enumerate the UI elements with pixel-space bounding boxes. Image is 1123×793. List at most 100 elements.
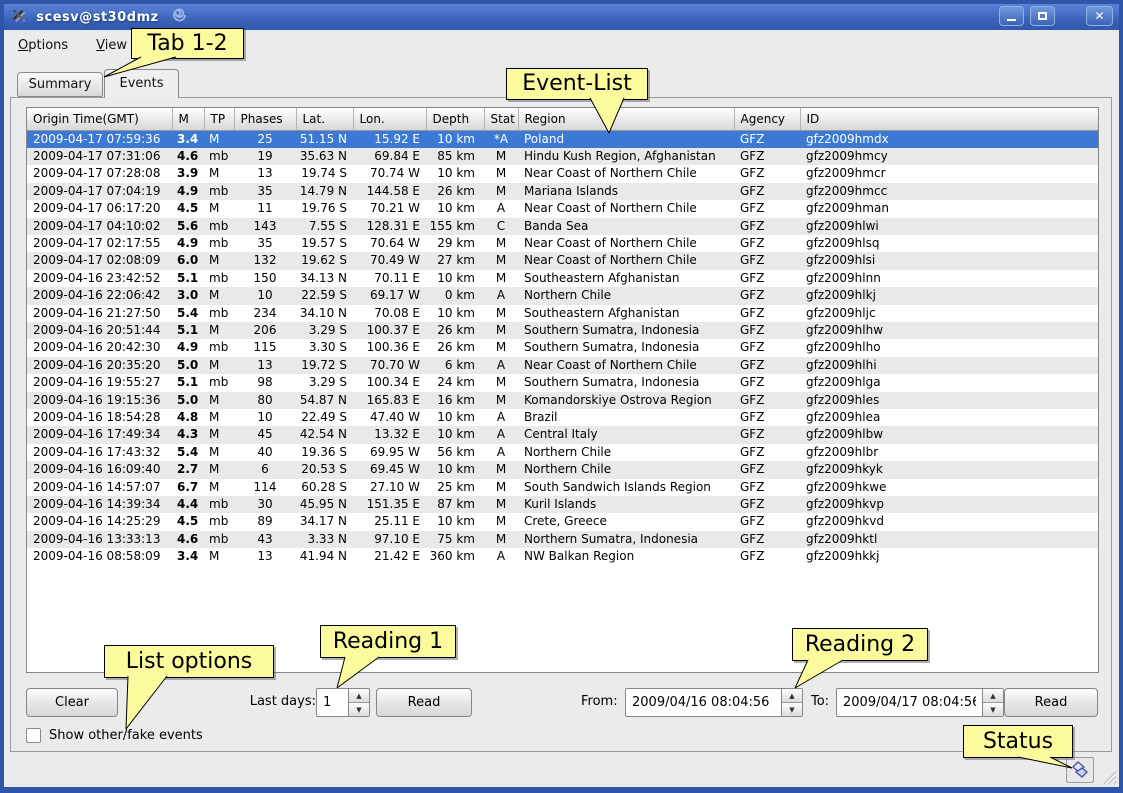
table-row[interactable]: 2009-04-16 21:27:505.4mb23434.10 N70.08 … — [27, 305, 1098, 322]
cell-agency: GFZ — [734, 235, 800, 252]
cell-agency: GFZ — [734, 183, 800, 200]
cell-lon: 70.11 E — [353, 270, 426, 287]
cell-time: 2009-04-16 14:25:29 — [27, 513, 172, 530]
column-header[interactable]: Origin Time(GMT) — [27, 108, 172, 130]
table-row[interactable]: 2009-04-16 20:42:304.9mb1153.30 S100.36 … — [27, 339, 1098, 356]
table-row[interactable]: 2009-04-16 19:15:365.0M8054.87 N165.83 E… — [27, 392, 1098, 409]
cell-time: 2009-04-16 20:35:20 — [27, 357, 172, 374]
from-datetime-input[interactable] — [626, 689, 781, 716]
resize-grip[interactable] — [1099, 767, 1117, 785]
table-row[interactable]: 2009-04-16 23:42:525.1mb15034.13 N70.11 … — [27, 270, 1098, 287]
from-label: From: — [581, 694, 618, 709]
table-row[interactable]: 2009-04-16 16:09:402.7M620.53 S69.45 W10… — [27, 461, 1098, 478]
connection-status-button[interactable] — [1066, 757, 1094, 783]
cell-agency: GFZ — [734, 322, 800, 339]
cell-depth: 87 km — [426, 496, 484, 513]
cell-lat: 35.63 N — [296, 148, 353, 165]
cell-lat: 19.57 S — [296, 235, 353, 252]
cell-stat: A — [484, 200, 518, 217]
column-header[interactable]: Lat. — [296, 108, 353, 130]
table-row[interactable]: 2009-04-17 04:10:025.6mb1437.55 S128.31 … — [27, 218, 1098, 235]
table-row[interactable]: 2009-04-16 17:49:344.3M4542.54 N13.32 E1… — [27, 426, 1098, 443]
cell-tp: M — [204, 461, 234, 478]
table-row[interactable]: 2009-04-17 02:08:096.0M13219.62 S70.49 W… — [27, 252, 1098, 269]
table-row[interactable]: 2009-04-16 20:51:445.1M2063.29 S100.37 E… — [27, 322, 1098, 339]
column-header[interactable]: Lon. — [353, 108, 426, 130]
cell-agency: GFZ — [734, 270, 800, 287]
close-button[interactable]: ✕ — [1086, 6, 1113, 26]
column-header[interactable]: ID — [800, 108, 1098, 130]
to-datetime-input[interactable] — [837, 689, 982, 716]
cell-stat: *A — [484, 130, 518, 148]
table-row[interactable]: 2009-04-16 13:33:134.6mb433.33 N97.10 E7… — [27, 531, 1098, 548]
cell-time: 2009-04-17 07:28:08 — [27, 165, 172, 182]
cell-m: 5.4 — [172, 444, 204, 461]
column-header[interactable]: Phases — [234, 108, 296, 130]
cell-m: 4.5 — [172, 513, 204, 530]
last-days-input[interactable] — [317, 689, 348, 716]
cell-id: gfz2009hmdx — [800, 130, 1098, 148]
table-row[interactable]: 2009-04-16 08:58:093.4M1341.94 N21.42 E3… — [27, 548, 1098, 565]
column-header[interactable]: Agency — [734, 108, 800, 130]
cell-stat: A — [484, 548, 518, 565]
callout-list-options: List options — [104, 645, 274, 678]
last-days-up-arrow-icon[interactable]: ▲ — [349, 689, 369, 703]
tab-summary[interactable]: Summary — [17, 72, 103, 97]
table-row[interactable]: 2009-04-16 20:35:205.0M1319.72 S70.70 W6… — [27, 357, 1098, 374]
maximize-button[interactable] — [1030, 6, 1055, 26]
cell-agency: GFZ — [734, 548, 800, 565]
menu-options[interactable]: Options — [18, 38, 68, 53]
menu-view[interactable]: View — [96, 38, 127, 53]
maximize-icon — [1038, 12, 1047, 20]
column-header[interactable]: Depth — [426, 108, 484, 130]
read-range-button[interactable]: Read — [1004, 688, 1098, 717]
table-row[interactable]: 2009-04-16 14:39:344.4mb3045.95 N151.35 … — [27, 496, 1098, 513]
table-row[interactable]: 2009-04-16 18:54:284.8M1022.49 S47.40 W1… — [27, 409, 1098, 426]
table-row[interactable]: 2009-04-17 07:31:064.6mb1935.63 N69.84 E… — [27, 148, 1098, 165]
table-row[interactable]: 2009-04-17 06:17:204.5M1119.76 S70.21 W1… — [27, 200, 1098, 217]
from-down-arrow-icon[interactable]: ▼ — [782, 703, 802, 716]
from-up-arrow-icon[interactable]: ▲ — [782, 689, 802, 703]
table-row[interactable]: 2009-04-17 07:04:194.9mb3514.79 N144.58 … — [27, 183, 1098, 200]
table-row[interactable]: 2009-04-16 14:25:294.5mb8934.17 N25.11 E… — [27, 513, 1098, 530]
table-row[interactable]: 2009-04-17 07:59:363.4M2551.15 N15.92 E1… — [27, 130, 1098, 148]
cell-depth: 85 km — [426, 148, 484, 165]
table-row[interactable]: 2009-04-16 19:55:275.1mb983.29 S100.34 E… — [27, 374, 1098, 391]
last-days-down-arrow-icon[interactable]: ▼ — [349, 703, 369, 716]
cell-m: 3.9 — [172, 165, 204, 182]
cell-time: 2009-04-16 08:58:09 — [27, 548, 172, 565]
column-header[interactable]: Stat — [484, 108, 518, 130]
cell-region: NW Balkan Region — [518, 548, 734, 565]
cell-lon: 70.21 W — [353, 200, 426, 217]
read-last-days-button[interactable]: Read — [376, 688, 472, 717]
cell-time: 2009-04-16 14:39:34 — [27, 496, 172, 513]
cell-depth: 29 km — [426, 235, 484, 252]
cell-phases: 10 — [234, 287, 296, 304]
table-row[interactable]: 2009-04-17 07:28:083.9M1319.74 S70.74 W1… — [27, 165, 1098, 182]
cell-phases: 143 — [234, 218, 296, 235]
cell-tp: mb — [204, 183, 234, 200]
show-fake-events-checkbox[interactable] — [26, 728, 41, 743]
minimize-button[interactable] — [999, 6, 1024, 26]
cell-stat: M — [484, 183, 518, 200]
cell-tp: M — [204, 252, 234, 269]
table-row[interactable]: 2009-04-16 14:57:076.7M11460.28 S27.10 W… — [27, 479, 1098, 496]
table-row[interactable]: 2009-04-16 22:06:423.0M1022.59 S69.17 W0… — [27, 287, 1098, 304]
cell-region: Northern Chile — [518, 461, 734, 478]
clear-button[interactable]: Clear — [26, 688, 118, 717]
cell-m: 4.4 — [172, 496, 204, 513]
cell-m: 4.3 — [172, 426, 204, 443]
table-row[interactable]: 2009-04-16 17:43:325.4M4019.36 S69.95 W5… — [27, 444, 1098, 461]
cell-lon: 27.10 W — [353, 479, 426, 496]
to-down-arrow-icon[interactable]: ▼ — [983, 703, 1003, 716]
cell-lon: 47.40 W — [353, 409, 426, 426]
tab-events[interactable]: Events — [104, 69, 179, 98]
column-header[interactable]: TP — [204, 108, 234, 130]
column-header[interactable]: Region — [518, 108, 734, 130]
cell-time: 2009-04-17 04:10:02 — [27, 218, 172, 235]
table-row[interactable]: 2009-04-17 02:17:554.9mb3519.57 S70.64 W… — [27, 235, 1098, 252]
column-header[interactable]: M — [172, 108, 204, 130]
cell-lon: 144.58 E — [353, 183, 426, 200]
cell-stat: A — [484, 426, 518, 443]
to-up-arrow-icon[interactable]: ▲ — [983, 689, 1003, 703]
